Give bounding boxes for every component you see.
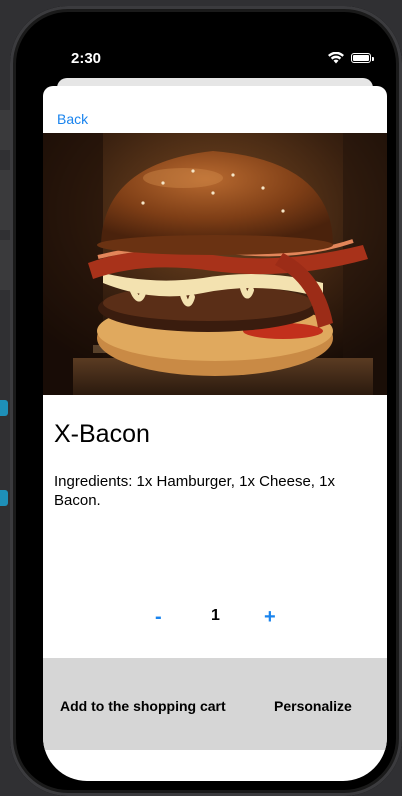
background-accent — [0, 490, 8, 506]
battery-icon — [351, 53, 374, 63]
burger-photo — [43, 133, 387, 395]
wifi-icon — [328, 52, 344, 64]
product-name: X-Bacon — [54, 420, 150, 448]
personalize-button[interactable]: Personalize — [274, 698, 352, 714]
screen: 2:30 Back X-Bacon Ingredients: 1x Hambur… — [43, 36, 387, 781]
action-bar: Add to the shopping cart Personalize — [43, 658, 387, 750]
background-strip — [0, 110, 10, 150]
quantity-value: 1 — [211, 607, 220, 624]
increase-quantity-button[interactable]: + — [264, 606, 276, 629]
notch — [122, 36, 308, 64]
status-time: 2:30 — [70, 50, 102, 67]
phone-frame: 2:30 Back X-Bacon Ingredients: 1x Hambur… — [10, 6, 402, 796]
background-strip — [0, 170, 10, 230]
decrease-quantity-button[interactable]: - — [155, 606, 162, 629]
product-detail-sheet: Back X-Bacon Ingredients: 1x Hamburger, … — [43, 86, 387, 781]
background-accent — [0, 400, 8, 416]
add-to-cart-button[interactable]: Add to the shopping cart — [60, 698, 226, 714]
background-strip — [0, 240, 10, 290]
product-ingredients: Ingredients: 1x Hamburger, 1x Cheese, 1x… — [54, 473, 335, 509]
status-icons — [327, 52, 374, 64]
back-button[interactable]: Back — [57, 111, 88, 127]
